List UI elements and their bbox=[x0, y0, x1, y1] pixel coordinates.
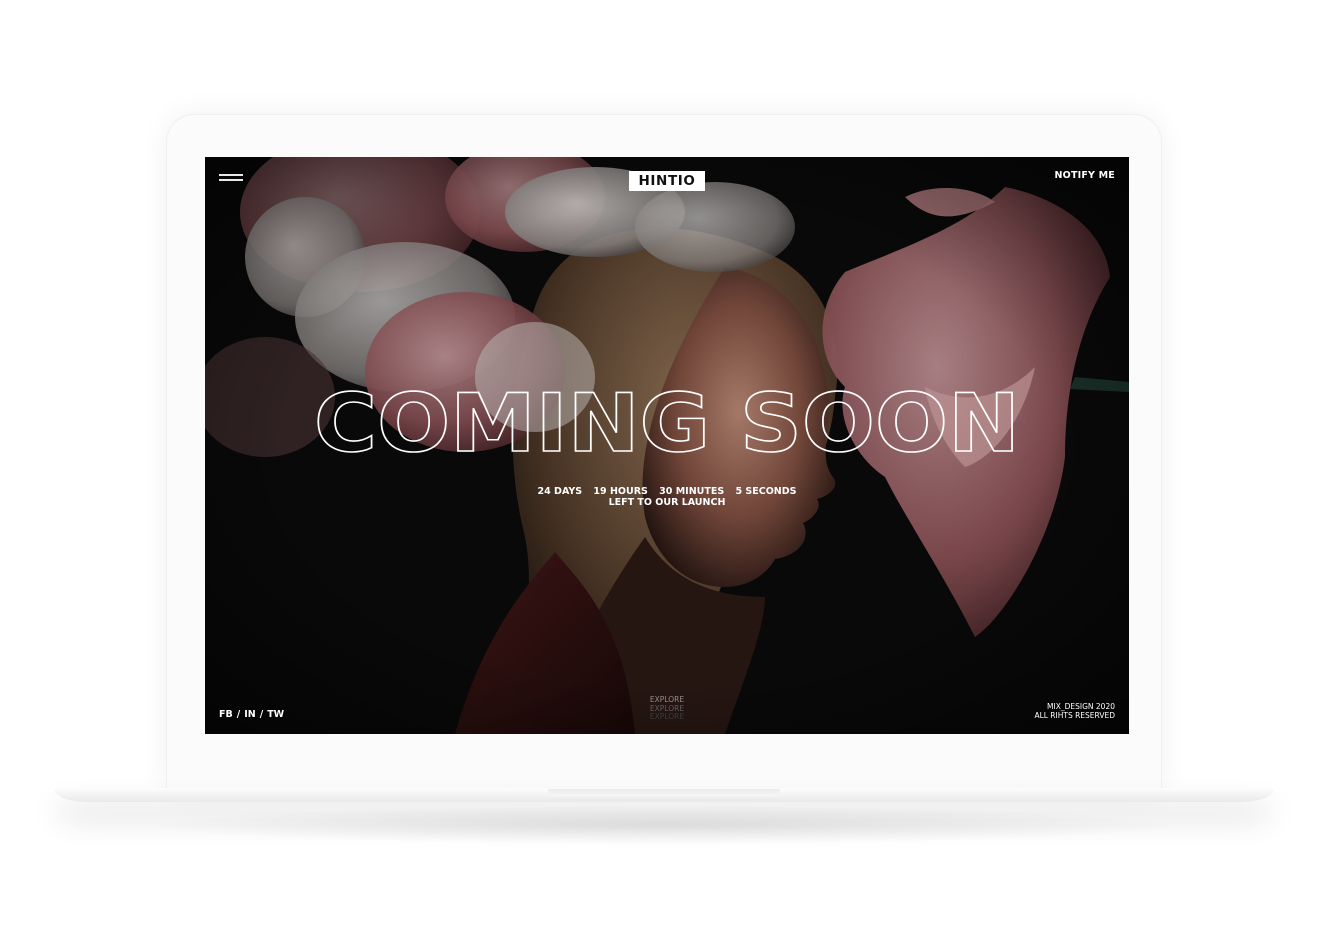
notify-me-button[interactable]: NOTIFY ME bbox=[1055, 170, 1115, 181]
instagram-link[interactable]: IN bbox=[244, 709, 256, 720]
social-separator: / bbox=[259, 709, 264, 720]
countdown-seconds: 5 SECONDS bbox=[735, 486, 797, 497]
credit-line: ALL RIHTS RESERVED bbox=[1034, 710, 1115, 720]
explore-link[interactable]: EXPLORE EXPLORE EXPLORE bbox=[647, 695, 687, 722]
headline-text: COMING SOON bbox=[314, 382, 1020, 464]
social-links: FB / IN / TW bbox=[219, 709, 284, 720]
laptop-screen: HINTIO NOTIFY ME COMING SOON 24 DAYS 19 … bbox=[205, 157, 1129, 734]
explore-text: EXPLORE bbox=[649, 712, 685, 722]
hamburger-menu-icon[interactable] bbox=[219, 170, 243, 184]
footer-credits: MIX_DESIGN 2020 ALL RIHTS RESERVED bbox=[1034, 702, 1115, 721]
countdown-hours: 19 HOURS bbox=[593, 486, 648, 497]
twitter-link[interactable]: TW bbox=[267, 709, 284, 720]
facebook-link[interactable]: FB bbox=[219, 709, 233, 720]
coming-soon-headline: COMING SOON bbox=[313, 382, 1021, 464]
countdown-caption: LEFT TO OUR LAUNCH bbox=[608, 497, 726, 508]
countdown: 24 DAYS 19 HOURS 30 MINUTES 5 SECONDS LE… bbox=[205, 486, 1129, 508]
page: HINTIO NOTIFY ME COMING SOON 24 DAYS 19 … bbox=[0, 0, 1326, 941]
device-shadow bbox=[140, 805, 1186, 845]
laptop-notch bbox=[548, 789, 780, 796]
countdown-values: 24 DAYS 19 HOURS 30 MINUTES 5 SECONDS bbox=[205, 486, 1129, 497]
countdown-days: 24 DAYS bbox=[537, 486, 583, 497]
social-separator: / bbox=[236, 709, 241, 720]
brand-logo[interactable]: HINTIO bbox=[629, 171, 705, 191]
countdown-minutes: 30 MINUTES bbox=[659, 486, 725, 497]
